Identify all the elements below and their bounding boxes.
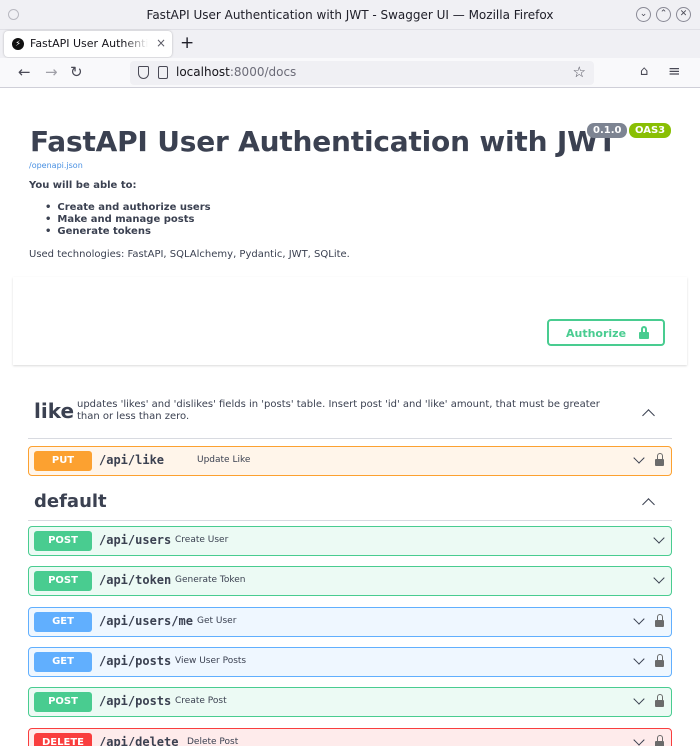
oas-badge: OAS3 <box>629 123 672 138</box>
feature-item: Make and manage posts <box>45 214 211 226</box>
scheme-container: Authorize <box>13 277 687 365</box>
method-badge: PUT <box>34 451 92 471</box>
tab-strip: ⚡ FastAPI User Authentication with JWT -… <box>0 30 700 58</box>
method-badge: DELETE <box>34 733 92 746</box>
fastapi-favicon-icon: ⚡ <box>12 38 24 50</box>
expand-chevron-icon[interactable] <box>653 572 665 584</box>
tag-description: updates 'likes' and 'dislikes' fields in… <box>77 399 600 422</box>
operation-post-posts[interactable]: POST /api/posts Create Post <box>28 687 672 717</box>
operation-delete-post[interactable]: DELETE /api/delete Delete Post <box>28 728 672 746</box>
navigation-toolbar: ← → ↻ localhost:8000/docs ☆ ⌂ ≡ <box>0 58 700 88</box>
expand-chevron-icon[interactable] <box>633 653 645 665</box>
authorize-label: Authorize <box>566 327 627 340</box>
minimize-button[interactable]: ⌄ <box>636 7 651 22</box>
operation-path: /api/posts <box>99 654 172 668</box>
operation-summary: Delete Post <box>187 737 239 746</box>
collapse-chevron-icon[interactable] <box>642 409 655 422</box>
operation-get-posts[interactable]: GET /api/posts View User Posts <box>28 647 672 677</box>
swagger-page: FastAPI User Authentication with JWT 0.1… <box>0 89 700 746</box>
expand-chevron-icon[interactable] <box>633 693 645 705</box>
tracking-protection-icon[interactable] <box>138 66 149 79</box>
reload-button[interactable]: ↻ <box>70 63 83 81</box>
feature-list: Create and authorize users Make and mana… <box>45 202 211 238</box>
tab-swagger-ui[interactable]: ⚡ FastAPI User Authentication with JWT -… <box>4 31 172 57</box>
operation-path: /api/delete <box>99 735 179 746</box>
unlocked-icon <box>639 326 649 339</box>
expand-chevron-icon[interactable] <box>633 452 645 464</box>
operation-path: /api/users/me <box>99 614 193 628</box>
tag-section-like[interactable]: like updates 'likes' and 'dislikes' fiel… <box>28 389 672 439</box>
app-menu-icon[interactable]: ≡ <box>668 62 681 80</box>
operation-get-users-me[interactable]: GET /api/users/me Get User <box>28 607 672 637</box>
window-titlebar: FastAPI User Authentication with JWT - S… <box>0 0 700 30</box>
openapi-json-link[interactable]: /openapi.json <box>29 161 83 170</box>
api-title: FastAPI User Authentication with JWT <box>30 125 617 158</box>
lock-icon[interactable] <box>655 694 664 707</box>
operation-summary: View User Posts <box>175 656 247 666</box>
operation-path: /api/like <box>99 453 165 467</box>
feature-item: Generate tokens <box>45 226 211 238</box>
operation-path: /api/posts <box>99 694 172 708</box>
close-tab-icon[interactable]: × <box>156 36 166 50</box>
method-badge: GET <box>34 612 92 632</box>
method-badge: POST <box>34 531 92 551</box>
description-heading: You will be able to: <box>29 180 137 191</box>
lock-icon[interactable] <box>655 654 664 667</box>
method-badge: GET <box>34 652 92 672</box>
expand-chevron-icon[interactable] <box>633 734 645 746</box>
url-bar[interactable]: localhost:8000/docs ☆ <box>130 61 594 85</box>
forward-button[interactable]: → <box>45 63 58 81</box>
close-window-button[interactable]: ✕ <box>676 7 691 22</box>
lock-icon[interactable] <box>655 614 664 627</box>
bookmark-star-icon[interactable]: ☆ <box>573 63 586 81</box>
method-badge: POST <box>34 692 92 712</box>
method-badge: POST <box>34 571 92 591</box>
url-host: localhost <box>176 65 230 79</box>
operation-path: /api/token <box>99 573 172 587</box>
tag-section-default[interactable]: default <box>28 487 672 521</box>
feature-item: Create and authorize users <box>45 202 210 214</box>
operation-post-token[interactable]: POST /api/token Generate Token <box>28 566 672 596</box>
version-badge: 0.1.0 <box>587 123 628 138</box>
authorize-button[interactable]: Authorize <box>547 319 665 346</box>
back-button[interactable]: ← <box>18 63 31 81</box>
operation-path: /api/users <box>99 533 172 547</box>
operation-summary: Update Like <box>197 455 251 465</box>
tag-name: like <box>34 399 75 423</box>
expand-chevron-icon[interactable] <box>653 532 665 544</box>
operation-summary: Generate Token <box>175 575 246 585</box>
lock-icon[interactable] <box>655 453 664 466</box>
pocket-icon[interactable]: ⌂ <box>640 64 648 79</box>
operation-summary: Get User <box>197 616 237 626</box>
operation-post-users[interactable]: POST /api/users Create User <box>28 526 672 556</box>
expand-chevron-icon[interactable] <box>633 613 645 625</box>
url-path: :8000/docs <box>229 65 297 79</box>
operation-put-like[interactable]: PUT /api/like Update Like <box>28 446 672 476</box>
window-title: FastAPI User Authentication with JWT - S… <box>146 8 554 22</box>
operation-summary: Create Post <box>175 696 227 706</box>
technologies-text: Used technologies: FastAPI, SQLAlchemy, … <box>29 249 350 260</box>
new-tab-button[interactable]: + <box>180 33 194 53</box>
tab-title: FastAPI User Authentication with JWT - S… <box>30 37 148 50</box>
operation-summary: Create User <box>175 535 229 545</box>
lock-icon[interactable] <box>655 735 664 746</box>
url-text[interactable]: localhost:8000/docs <box>176 65 296 79</box>
collapse-chevron-icon[interactable] <box>642 498 655 511</box>
tag-name: default <box>34 491 107 512</box>
maximize-button[interactable]: ⌃ <box>656 7 671 22</box>
page-info-icon[interactable] <box>158 66 168 79</box>
